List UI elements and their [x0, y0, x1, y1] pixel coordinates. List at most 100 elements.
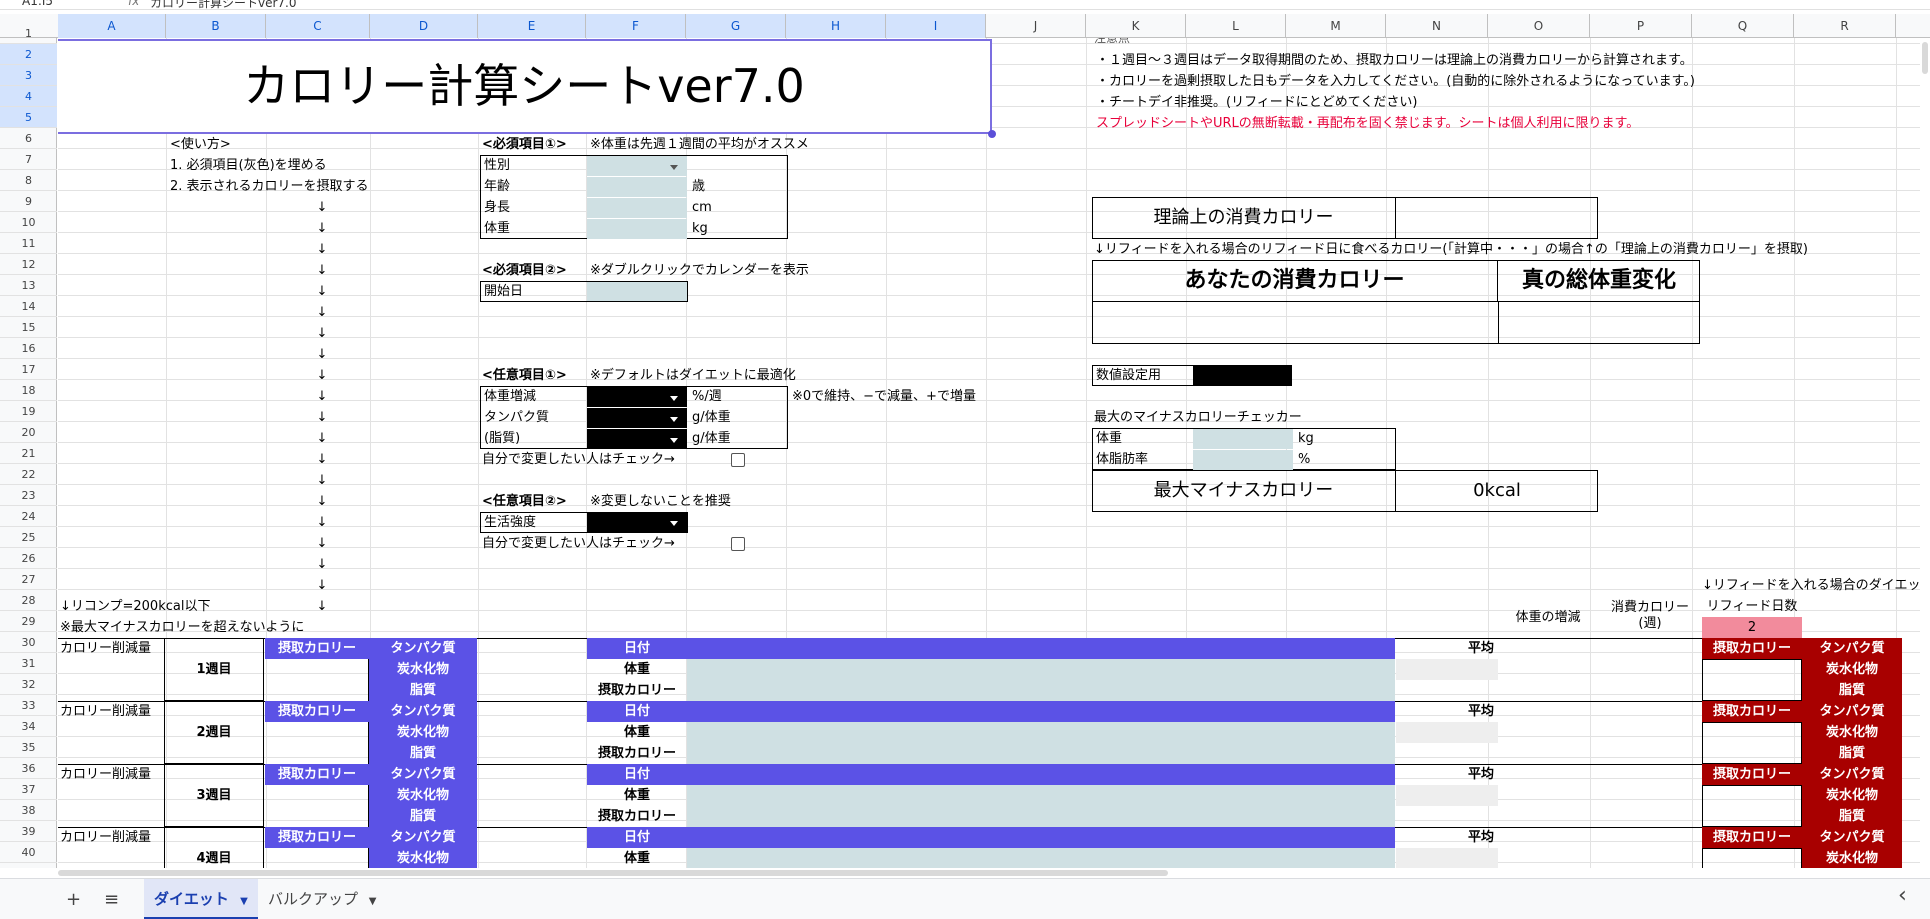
row-number[interactable]: 18: [0, 380, 57, 401]
row-number[interactable]: 3: [0, 65, 57, 86]
refeed-intake-value[interactable]: [1702, 848, 1802, 868]
row-number[interactable]: 5: [0, 107, 57, 128]
formula-content[interactable]: カロリー計算シートver7.0: [150, 0, 297, 9]
all-sheets-menu-icon[interactable]: ≡: [104, 889, 119, 910]
row-number[interactable]: 7: [0, 149, 57, 170]
row-number[interactable]: 23: [0, 485, 57, 506]
row-number[interactable]: 9: [0, 191, 57, 212]
row-number[interactable]: 1: [0, 23, 57, 44]
row-number[interactable]: 39: [0, 821, 57, 842]
daily-intake-cells[interactable]: [687, 680, 1395, 701]
macro-intake-value[interactable]: [265, 785, 369, 827]
daily-intake-cells[interactable]: [687, 743, 1395, 764]
column-header[interactable]: I: [886, 14, 986, 38]
weight-change-dropdown-icon[interactable]: [670, 396, 678, 401]
row-number[interactable]: 30: [0, 632, 57, 653]
optional-2-checkbox[interactable]: [731, 537, 745, 551]
daily-date-cells[interactable]: [687, 764, 1395, 785]
fat-dropdown-icon[interactable]: [670, 438, 678, 443]
sheet-title[interactable]: カロリー計算シートver7.0: [58, 39, 992, 134]
column-header[interactable]: G: [686, 14, 786, 38]
macro-intake-value[interactable]: [265, 848, 369, 868]
refeed-days-value[interactable]: 2: [1702, 617, 1802, 638]
column-header[interactable]: Q: [1692, 14, 1794, 38]
row-number[interactable]: 13: [0, 275, 57, 296]
numeric-setting-value[interactable]: [1193, 366, 1292, 386]
start-date-input[interactable]: [587, 282, 687, 301]
horizontal-scrollbar[interactable]: [58, 868, 1920, 878]
row-number[interactable]: 25: [0, 527, 57, 548]
column-header[interactable]: D: [370, 14, 478, 38]
column-header[interactable]: J: [986, 14, 1086, 38]
row-number[interactable]: 19: [0, 401, 57, 422]
tab-bulkup[interactable]: バルクアップ ▼: [258, 879, 387, 919]
column-header[interactable]: C: [266, 14, 370, 38]
row-number[interactable]: 24: [0, 506, 57, 527]
column-header[interactable]: K: [1086, 14, 1186, 38]
daily-weight-cells[interactable]: [687, 659, 1395, 680]
column-header[interactable]: F: [586, 14, 686, 38]
daily-date-cells[interactable]: [687, 701, 1395, 722]
tab-diet[interactable]: ダイエット ▼: [144, 879, 258, 919]
row-number[interactable]: 8: [0, 170, 57, 191]
row-number[interactable]: 26: [0, 548, 57, 569]
column-header[interactable]: B: [166, 14, 266, 38]
row-number[interactable]: 32: [0, 674, 57, 695]
row-number[interactable]: 21: [0, 443, 57, 464]
daily-weight-cells[interactable]: [687, 722, 1395, 743]
daily-date-cells[interactable]: [687, 638, 1395, 659]
row-number[interactable]: 28: [0, 590, 57, 611]
row-number[interactable]: 35: [0, 737, 57, 758]
chevron-down-icon[interactable]: ▼: [369, 896, 377, 907]
vertical-scrollbar[interactable]: [1920, 38, 1930, 868]
row-number[interactable]: 40: [0, 842, 57, 863]
scroll-tabs-left-icon[interactable]: ‹: [1898, 883, 1907, 908]
column-header[interactable]: P: [1590, 14, 1692, 38]
daily-intake-cells[interactable]: [687, 806, 1395, 827]
row-number[interactable]: 17: [0, 359, 57, 380]
row-number[interactable]: 12: [0, 254, 57, 275]
checker-weight-input[interactable]: [1193, 429, 1293, 449]
chevron-down-icon[interactable]: ▼: [240, 896, 248, 907]
gender-dropdown-icon[interactable]: [670, 165, 678, 170]
checker-bodyfat-input[interactable]: [1193, 450, 1293, 470]
column-header[interactable]: A: [58, 14, 166, 38]
row-number[interactable]: 36: [0, 758, 57, 779]
row-number[interactable]: 37: [0, 779, 57, 800]
horizontal-scroll-thumb[interactable]: [58, 870, 1168, 876]
column-header[interactable]: R: [1794, 14, 1896, 38]
row-number[interactable]: 10: [0, 212, 57, 233]
daily-weight-cells[interactable]: [687, 848, 1395, 868]
cell-reference[interactable]: A1:I5: [22, 0, 53, 8]
daily-weight-cells[interactable]: [687, 785, 1395, 806]
macro-intake-value[interactable]: [265, 722, 369, 764]
activity-dropdown-icon[interactable]: [670, 521, 678, 526]
row-number[interactable]: 14: [0, 296, 57, 317]
daily-date-cells[interactable]: [687, 827, 1395, 848]
column-header[interactable]: N: [1386, 14, 1488, 38]
row-number[interactable]: 11: [0, 233, 57, 254]
row-number[interactable]: 4: [0, 86, 57, 107]
column-header[interactable]: M: [1286, 14, 1386, 38]
age-input[interactable]: [587, 177, 687, 197]
column-header[interactable]: E: [478, 14, 586, 38]
refeed-intake-value[interactable]: [1702, 785, 1802, 827]
column-header[interactable]: H: [786, 14, 886, 38]
row-number[interactable]: 6: [0, 128, 57, 149]
refeed-intake-value[interactable]: [1702, 722, 1802, 764]
weight-input[interactable]: [587, 219, 687, 239]
column-header[interactable]: L: [1186, 14, 1286, 38]
refeed-intake-value[interactable]: [1702, 659, 1802, 701]
spreadsheet-grid[interactable]: カロリー計算シートver7.0 注意点 ・１週目〜３週目はデータ取得期間のため、…: [58, 38, 1920, 868]
row-number[interactable]: 31: [0, 653, 57, 674]
row-number[interactable]: 33: [0, 695, 57, 716]
protein-dropdown-icon[interactable]: [670, 417, 678, 422]
formula-bar[interactable]: A1:I5 fx カロリー計算シートver7.0: [0, 0, 1930, 10]
row-number[interactable]: 27: [0, 569, 57, 590]
add-sheet-button[interactable]: +: [66, 889, 81, 910]
row-number[interactable]: 29: [0, 611, 57, 632]
macro-intake-value[interactable]: [265, 659, 369, 701]
optional-1-checkbox[interactable]: [731, 453, 745, 467]
row-number[interactable]: 2: [0, 44, 57, 65]
row-number[interactable]: 22: [0, 464, 57, 485]
